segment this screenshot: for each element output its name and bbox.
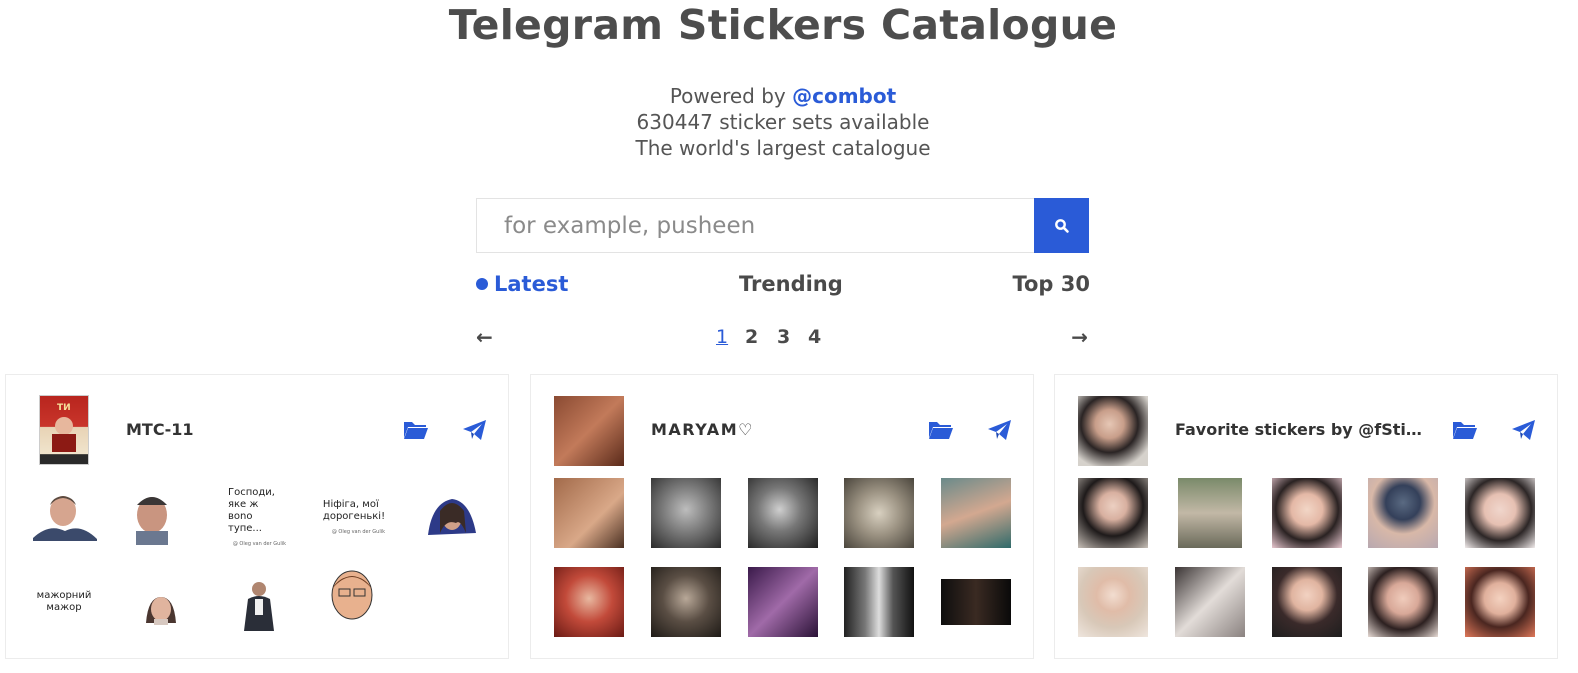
sticker-signature: @ Oleg van der Gulik bbox=[331, 528, 385, 535]
folder-icon[interactable] bbox=[1452, 418, 1478, 440]
sticker-set-thumbnail: ТИ bbox=[39, 395, 89, 465]
sticker-caption: Нiфiга, мої дорогенькi! bbox=[322, 498, 386, 522]
page-1-link[interactable]: 1 bbox=[716, 325, 728, 349]
sticker-item[interactable] bbox=[1178, 478, 1242, 548]
sticker-item[interactable] bbox=[1368, 478, 1438, 548]
folder-icon[interactable] bbox=[928, 418, 954, 440]
catalogue-tabs: Latest Trending Top 30 bbox=[476, 269, 1090, 301]
sticker-item[interactable] bbox=[554, 567, 624, 637]
sticker-item[interactable] bbox=[651, 567, 721, 637]
page-2-link[interactable]: 2 bbox=[745, 325, 758, 349]
folder-icon[interactable] bbox=[403, 418, 429, 440]
pagination: ← 1 2 3 4 → bbox=[476, 325, 1090, 351]
page-3-link[interactable]: 3 bbox=[777, 325, 790, 349]
sticker-item[interactable] bbox=[1175, 567, 1245, 637]
powered-by-line: Powered by @combot bbox=[0, 83, 1566, 109]
sticker-set-thumbnail bbox=[1078, 396, 1148, 466]
powered-by-label: Powered by bbox=[669, 84, 786, 108]
active-dot-icon bbox=[476, 278, 488, 290]
tab-latest-label: Latest bbox=[494, 272, 569, 296]
sticker-item[interactable] bbox=[1465, 478, 1535, 548]
sticker-item[interactable] bbox=[319, 567, 389, 637]
tab-trending[interactable]: Trending bbox=[739, 269, 843, 299]
sticker-item[interactable]: Господи, яке ж вono тупе... @ Oleg van d… bbox=[222, 483, 292, 553]
search-button[interactable] bbox=[1034, 198, 1089, 253]
sticker-item[interactable] bbox=[1368, 567, 1438, 637]
sticker-item[interactable]: Нiфiга, мої дорогенькi! @ Oleg van der G… bbox=[319, 483, 389, 553]
sticker-item[interactable] bbox=[126, 567, 196, 637]
sticker-item[interactable] bbox=[1078, 478, 1148, 548]
next-page-arrow-icon[interactable]: → bbox=[1071, 325, 1088, 349]
sticker-item[interactable] bbox=[1272, 478, 1342, 548]
sticker-item[interactable] bbox=[1078, 567, 1148, 637]
sticker-set-thumbnail bbox=[554, 396, 624, 466]
sticker-signature: @ Oleg van der Gulik bbox=[232, 540, 286, 547]
sticker-count: 630447 sticker sets available bbox=[636, 110, 930, 134]
sticker-item[interactable] bbox=[222, 567, 292, 637]
sticker-item[interactable] bbox=[748, 567, 818, 637]
tab-top-30[interactable]: Top 30 bbox=[1012, 269, 1090, 299]
sticker-caption: Господи, яке ж вono тупе... bbox=[228, 486, 275, 534]
sticker-item[interactable] bbox=[126, 483, 196, 553]
sticker-item[interactable] bbox=[844, 478, 914, 548]
search-input[interactable] bbox=[476, 198, 1034, 253]
sticker-item[interactable] bbox=[844, 567, 914, 637]
sticker-set-title[interactable]: Favorite stickers by @fStikB... bbox=[1175, 419, 1427, 441]
tagline: The world's largest catalogue bbox=[635, 136, 931, 160]
sticker-set-title[interactable]: MARYAM♡ bbox=[651, 419, 901, 441]
sticker-item[interactable] bbox=[554, 478, 624, 548]
search-icon bbox=[1054, 218, 1069, 233]
page-title: Telegram Stickers Catalogue bbox=[448, 1, 1118, 49]
sticker-item[interactable] bbox=[29, 483, 99, 553]
page-4-link[interactable]: 4 bbox=[808, 325, 821, 349]
svg-text:ТИ: ТИ bbox=[57, 403, 71, 413]
sticker-set-card[interactable]: ТИ МТС-11 Господи, яке ж вono тупе... @ … bbox=[5, 374, 509, 659]
telegram-send-icon[interactable] bbox=[987, 418, 1013, 442]
sticker-set-card[interactable]: Favorite stickers by @fStikB... bbox=[1054, 374, 1558, 659]
sticker-item[interactable] bbox=[1465, 567, 1535, 637]
sticker-item[interactable] bbox=[748, 478, 818, 548]
sticker-item[interactable]: мажорний мажор bbox=[29, 567, 99, 637]
sticker-set-card[interactable]: MARYAM♡ bbox=[530, 374, 1034, 659]
sticker-caption: мажорний мажор bbox=[36, 590, 92, 613]
sticker-item[interactable] bbox=[941, 579, 1011, 625]
prev-page-arrow-icon[interactable]: ← bbox=[476, 325, 493, 349]
telegram-send-icon[interactable] bbox=[1511, 418, 1537, 442]
sticker-set-title[interactable]: МТС-11 bbox=[126, 419, 376, 441]
sticker-item[interactable] bbox=[651, 478, 721, 548]
sticker-item[interactable] bbox=[941, 478, 1011, 548]
tab-latest[interactable]: Latest bbox=[476, 269, 568, 299]
search-bar bbox=[476, 198, 1089, 253]
telegram-send-icon[interactable] bbox=[462, 418, 488, 442]
combot-link[interactable]: @combot bbox=[792, 84, 896, 108]
sticker-item[interactable] bbox=[416, 483, 486, 553]
sticker-item[interactable] bbox=[1272, 567, 1342, 637]
